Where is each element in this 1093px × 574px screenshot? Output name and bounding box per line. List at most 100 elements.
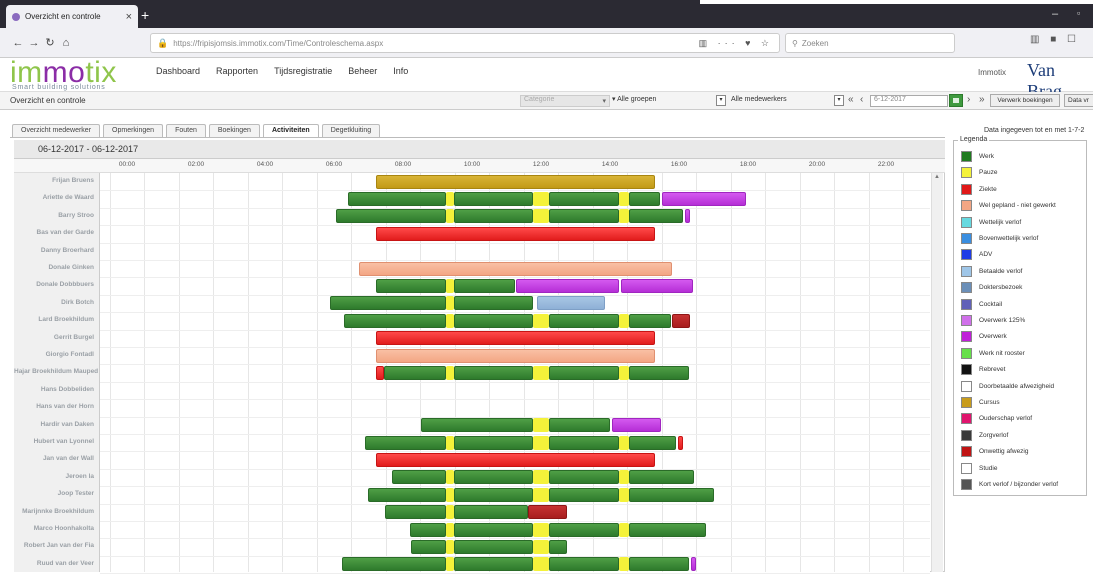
activity-bar[interactable] (446, 313, 454, 328)
activity-bar[interactable] (537, 296, 605, 311)
browser-tab[interactable]: Overzicht en controle × (6, 5, 138, 28)
address-bar-tools[interactable]: ▥ ··· ♥ ☆ (699, 38, 773, 49)
activity-bar[interactable] (454, 209, 533, 224)
activity-bar[interactable] (685, 209, 690, 224)
employee-name[interactable]: Gerrit Burgel (14, 334, 100, 341)
activity-bar[interactable] (533, 470, 549, 485)
activity-bar[interactable] (629, 522, 706, 537)
address-bar[interactable]: 🔒 https://fripisjomsis.immotix.com/Time/… (150, 33, 780, 53)
activity-bar[interactable] (446, 557, 454, 572)
employee-name[interactable]: Hubert van Lyonnel (14, 438, 100, 445)
activity-bar[interactable] (410, 522, 446, 537)
activity-bar[interactable] (454, 522, 533, 537)
activity-bar[interactable] (629, 191, 660, 206)
nav-item-tijdsregistratie[interactable]: Tijdsregistratie (274, 66, 332, 76)
employee-name[interactable]: Jeroen la (14, 473, 100, 480)
employee-name[interactable]: Ruud van der Veer (14, 560, 100, 567)
activity-bar[interactable] (533, 522, 549, 537)
activity-bar[interactable] (549, 418, 610, 433)
forward-icon[interactable]: → (26, 37, 42, 49)
activity-bar[interactable] (533, 313, 549, 328)
activity-bar[interactable] (662, 191, 746, 206)
groups-select[interactable]: ▾ Alle groepen (612, 95, 710, 107)
employee-name[interactable]: Donale Dobbbuers (14, 281, 100, 288)
employee-name[interactable]: Marco Hoonhakolta (14, 525, 100, 532)
activity-bar[interactable] (446, 191, 454, 206)
employee-name[interactable]: Lard Broekhildum (14, 316, 100, 323)
user-name[interactable]: Immotix (978, 68, 1006, 77)
process-bookings-button[interactable]: Verwerk boekingen (990, 94, 1060, 107)
activity-bar[interactable] (342, 557, 446, 572)
data-button[interactable]: Data vr (1064, 94, 1093, 107)
tab-degetkluiting[interactable]: Degetkluiting (321, 124, 381, 137)
employee-name[interactable]: Marijnnke Broekhildum (14, 508, 100, 515)
next-period-icon[interactable]: » (979, 94, 985, 105)
activity-bar[interactable] (359, 261, 672, 276)
activity-bar[interactable] (619, 557, 629, 572)
activity-bar[interactable] (454, 365, 533, 380)
activity-bar[interactable] (376, 331, 655, 346)
browser-search-input[interactable]: ⚲ Zoeken (785, 33, 955, 53)
activity-bar[interactable] (619, 522, 629, 537)
employee-name[interactable]: Joop Tester (14, 490, 100, 497)
activity-bar[interactable] (330, 296, 446, 311)
employee-name[interactable]: Donale Ginken (14, 264, 100, 271)
activity-bar[interactable] (376, 226, 655, 241)
activity-bar[interactable] (619, 470, 629, 485)
activity-bar[interactable] (549, 470, 619, 485)
activity-bar[interactable] (446, 365, 454, 380)
employee-name[interactable]: Barry Stroo (14, 212, 100, 219)
activity-bar[interactable] (446, 539, 454, 554)
activity-bar[interactable] (446, 278, 454, 293)
activity-bar[interactable] (392, 470, 446, 485)
activity-bar[interactable] (421, 418, 533, 433)
minimize-window-icon[interactable]: – (1052, 8, 1058, 20)
activity-bar[interactable] (533, 539, 549, 554)
activity-bar[interactable] (533, 209, 549, 224)
employee-name[interactable]: Ariette de Waard (14, 194, 100, 201)
activity-bar[interactable] (368, 487, 446, 502)
activity-bar[interactable] (454, 470, 533, 485)
activity-bar[interactable] (344, 313, 446, 328)
activity-bar[interactable] (549, 435, 619, 450)
activity-bar[interactable] (454, 487, 533, 502)
maximize-window-icon[interactable]: ▫ (1077, 8, 1080, 18)
activity-bar[interactable] (533, 487, 549, 502)
employees-select-toggle[interactable]: ▾ (716, 95, 726, 106)
activity-bar[interactable] (384, 365, 446, 380)
activity-bar[interactable] (619, 209, 629, 224)
activity-bar[interactable] (533, 365, 549, 380)
activity-bar[interactable] (376, 365, 384, 380)
activity-bar[interactable] (446, 435, 454, 450)
activity-bar[interactable] (678, 435, 683, 450)
activity-bar[interactable] (691, 557, 696, 572)
tab-overzicht-medewerker[interactable]: Overzicht medewerker (12, 124, 101, 137)
activity-bar[interactable] (629, 313, 671, 328)
employee-name[interactable]: Hans van der Horn (14, 403, 100, 410)
reload-icon[interactable]: ↻ (42, 36, 58, 49)
calendar-icon[interactable] (949, 94, 963, 107)
activity-bar[interactable] (549, 313, 619, 328)
nav-item-rapporten[interactable]: Rapporten (216, 66, 258, 76)
gantt-scrollbar[interactable]: ▲ (931, 173, 943, 572)
activity-bar[interactable] (549, 487, 619, 502)
employees-select-value[interactable]: Alle medewerkers (731, 96, 787, 103)
activity-bar[interactable] (533, 418, 549, 433)
activity-bar[interactable] (619, 435, 629, 450)
activity-bar[interactable] (446, 505, 454, 520)
activity-bar[interactable] (528, 505, 567, 520)
activity-bar[interactable] (549, 209, 619, 224)
employee-name[interactable]: Hans Dobbeliden (14, 386, 100, 393)
employee-name[interactable]: Hajar Broekhildum Mauped (14, 368, 100, 375)
activity-bar[interactable] (619, 313, 629, 328)
nav-item-info[interactable]: Info (393, 66, 408, 76)
tab-fouten[interactable]: Fouten (166, 124, 206, 137)
employee-name[interactable]: Frijan Bruens (14, 177, 100, 184)
tab-activiteiten[interactable]: Activiteiten (262, 124, 319, 137)
category-select[interactable]: Categorie ▾ (520, 95, 610, 107)
activity-bar[interactable] (612, 418, 661, 433)
activity-bar[interactable] (454, 296, 533, 311)
activity-bar[interactable] (533, 435, 549, 450)
nav-item-beheer[interactable]: Beheer (348, 66, 377, 76)
activity-bar[interactable] (549, 539, 567, 554)
